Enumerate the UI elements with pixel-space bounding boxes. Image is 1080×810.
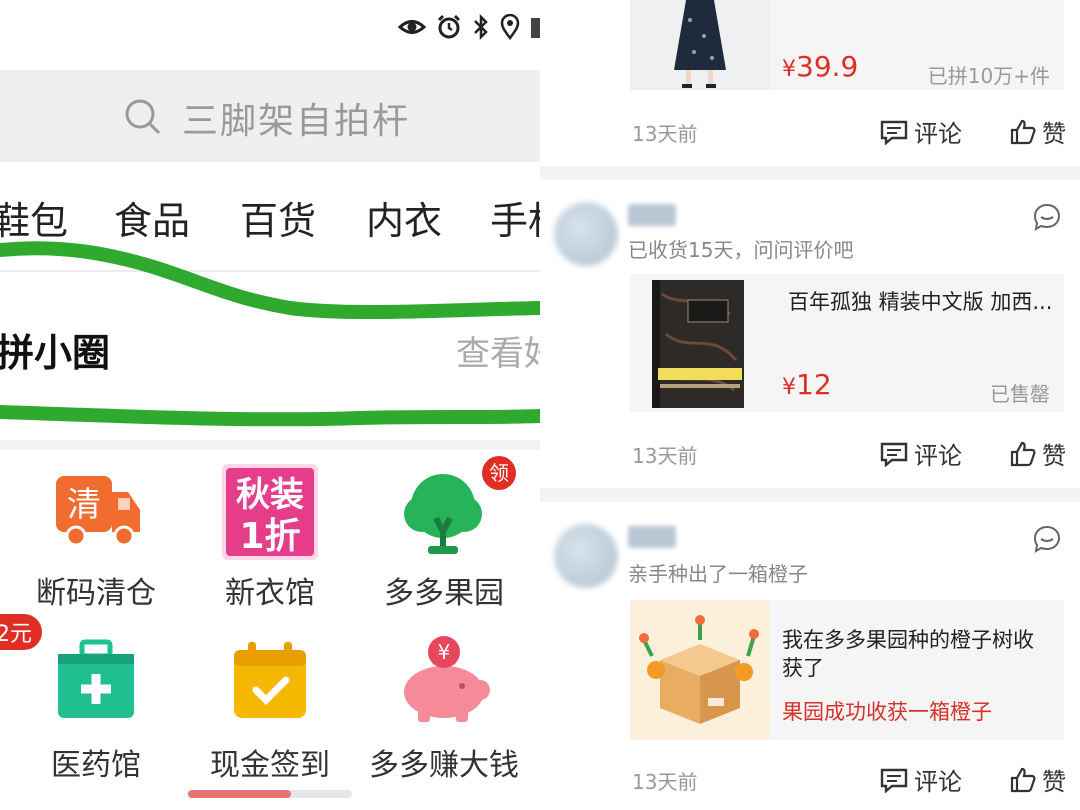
coin-symbol: ¥ xyxy=(438,640,451,664)
feed-card: 已收货15天，问问评价吧 百年孤独 精装中文版 加西... ¥12 已售罄 13… xyxy=(540,180,1080,488)
eye-icon xyxy=(398,20,426,34)
grid-scroll-thumb xyxy=(188,790,292,798)
like-button[interactable]: 赞 xyxy=(1010,114,1066,149)
dress-photo xyxy=(630,0,770,90)
comment-icon xyxy=(880,120,908,145)
grid-label: 新衣馆 xyxy=(225,576,315,611)
product-box[interactable]: 我在多多果园种的橙子树收获了 果园成功收获一箱橙子 xyxy=(630,600,1064,740)
grid-item-clearance[interactable]: 清 断码清仓 xyxy=(6,464,186,614)
grid-label: 多多果园 xyxy=(384,576,504,611)
thumbs-up-icon xyxy=(1010,119,1036,144)
truck-icon: 清 xyxy=(56,476,140,547)
section-gap xyxy=(0,440,540,450)
price: ¥12 xyxy=(782,368,832,401)
grid-label: 断码清仓 xyxy=(36,576,156,611)
thumbs-up-icon xyxy=(1010,767,1036,792)
product-box[interactable]: ¥39.9 已拼10万+件 xyxy=(630,0,1064,90)
post-subline: 亲手种出了一箱橙子 xyxy=(628,562,808,586)
harvest-link[interactable]: 果园成功收获一箱橙子 xyxy=(782,696,992,726)
grid-label: 多多赚大钱 xyxy=(369,748,519,783)
chat-bubble-icon[interactable] xyxy=(1032,202,1062,232)
product-box[interactable]: 百年孤独 精装中文版 加西... ¥12 已售罄 xyxy=(630,274,1064,412)
svg-text:1折: 1折 xyxy=(239,516,300,557)
grid-scroll-indicator xyxy=(188,790,352,798)
left-screen: 三脚架自拍杆 鞋包 食品 百货 内衣 手机 拼小圈 查看好 清 断码清仓 秋装 xyxy=(0,0,540,810)
comment-icon xyxy=(880,442,908,467)
comment-button[interactable]: 评论 xyxy=(880,762,962,797)
post-time: 13天前 xyxy=(632,444,698,468)
circle-title: 拼小圈 xyxy=(0,331,111,375)
like-button[interactable]: 赞 xyxy=(1010,436,1066,471)
comment-button[interactable]: 评论 xyxy=(880,114,962,149)
search-bar[interactable]: 三脚架自拍杆 xyxy=(0,70,540,162)
user-name[interactable] xyxy=(628,204,676,226)
right-screen: ¥39.9 已拼10万+件 13天前 评论 赞 已收货15天，问问评价吧 百年孤… xyxy=(540,0,1080,810)
sold-status: 已售罄 xyxy=(990,382,1050,406)
alarm-icon xyxy=(437,14,461,39)
avatar[interactable] xyxy=(554,202,618,266)
svg-text:秋装: 秋装 xyxy=(236,475,304,515)
view-more-link[interactable]: 查看好 xyxy=(456,326,540,375)
like-button[interactable]: 赞 xyxy=(1010,762,1066,797)
grid-item-pharmacy[interactable]: 医药馆 xyxy=(6,636,186,786)
grid-item-new-clothes[interactable]: 秋装 1折 新衣馆 xyxy=(180,464,360,614)
truck-icon-text: 清 xyxy=(67,485,101,525)
piggy-bank-icon: ¥ xyxy=(404,636,490,722)
user-name[interactable] xyxy=(628,526,676,548)
product-title: 我在多多果园种的橙子树收获了 xyxy=(782,628,1034,680)
tree-icon xyxy=(404,474,482,554)
grid-item-earn-money[interactable]: ¥ 多多赚大钱 xyxy=(354,636,534,786)
grid-label: 医药馆 xyxy=(51,748,141,783)
post-time: 13天前 xyxy=(632,770,698,794)
grid-label: 现金签到 xyxy=(210,748,330,783)
post-time: 13天前 xyxy=(632,122,698,146)
comment-icon xyxy=(880,768,908,793)
receive-badge: 领 xyxy=(482,456,516,490)
medicine-box-icon xyxy=(58,639,134,718)
feed-card: 亲手种出了一箱橙子 我在多多果园种的橙子树收获了 果园成功收获一箱橙子 13天前 xyxy=(540,502,1080,810)
thumbs-up-icon xyxy=(1010,441,1036,466)
location-icon xyxy=(500,14,520,40)
sold-count: 已拼10万+件 xyxy=(927,64,1050,88)
chat-bubble-icon[interactable] xyxy=(1032,524,1062,554)
avatar[interactable] xyxy=(554,524,618,588)
battery-icon xyxy=(531,18,540,38)
grid-item-cash-checkin[interactable]: 现金签到 xyxy=(180,636,360,786)
autumn-sale-icon: 秋装 1折 xyxy=(222,464,318,560)
search-placeholder: 三脚架自拍杆 xyxy=(182,101,411,142)
search-icon xyxy=(125,99,161,135)
book-cover xyxy=(630,274,770,412)
orange-box xyxy=(630,600,770,740)
price: ¥39.9 xyxy=(782,50,859,83)
bluetooth-icon xyxy=(474,14,488,40)
grid-item-orchard[interactable]: 领 多多果园 xyxy=(354,456,534,614)
calendar-check-icon xyxy=(234,642,306,718)
post-subline: 已收货15天，问问评价吧 xyxy=(628,238,854,262)
status-bar xyxy=(398,14,540,40)
comment-button[interactable]: 评论 xyxy=(880,436,962,471)
feed-card: ¥39.9 已拼10万+件 13天前 评论 赞 xyxy=(540,0,1080,166)
product-title: 百年孤独 精装中文版 加西... xyxy=(788,290,1053,314)
